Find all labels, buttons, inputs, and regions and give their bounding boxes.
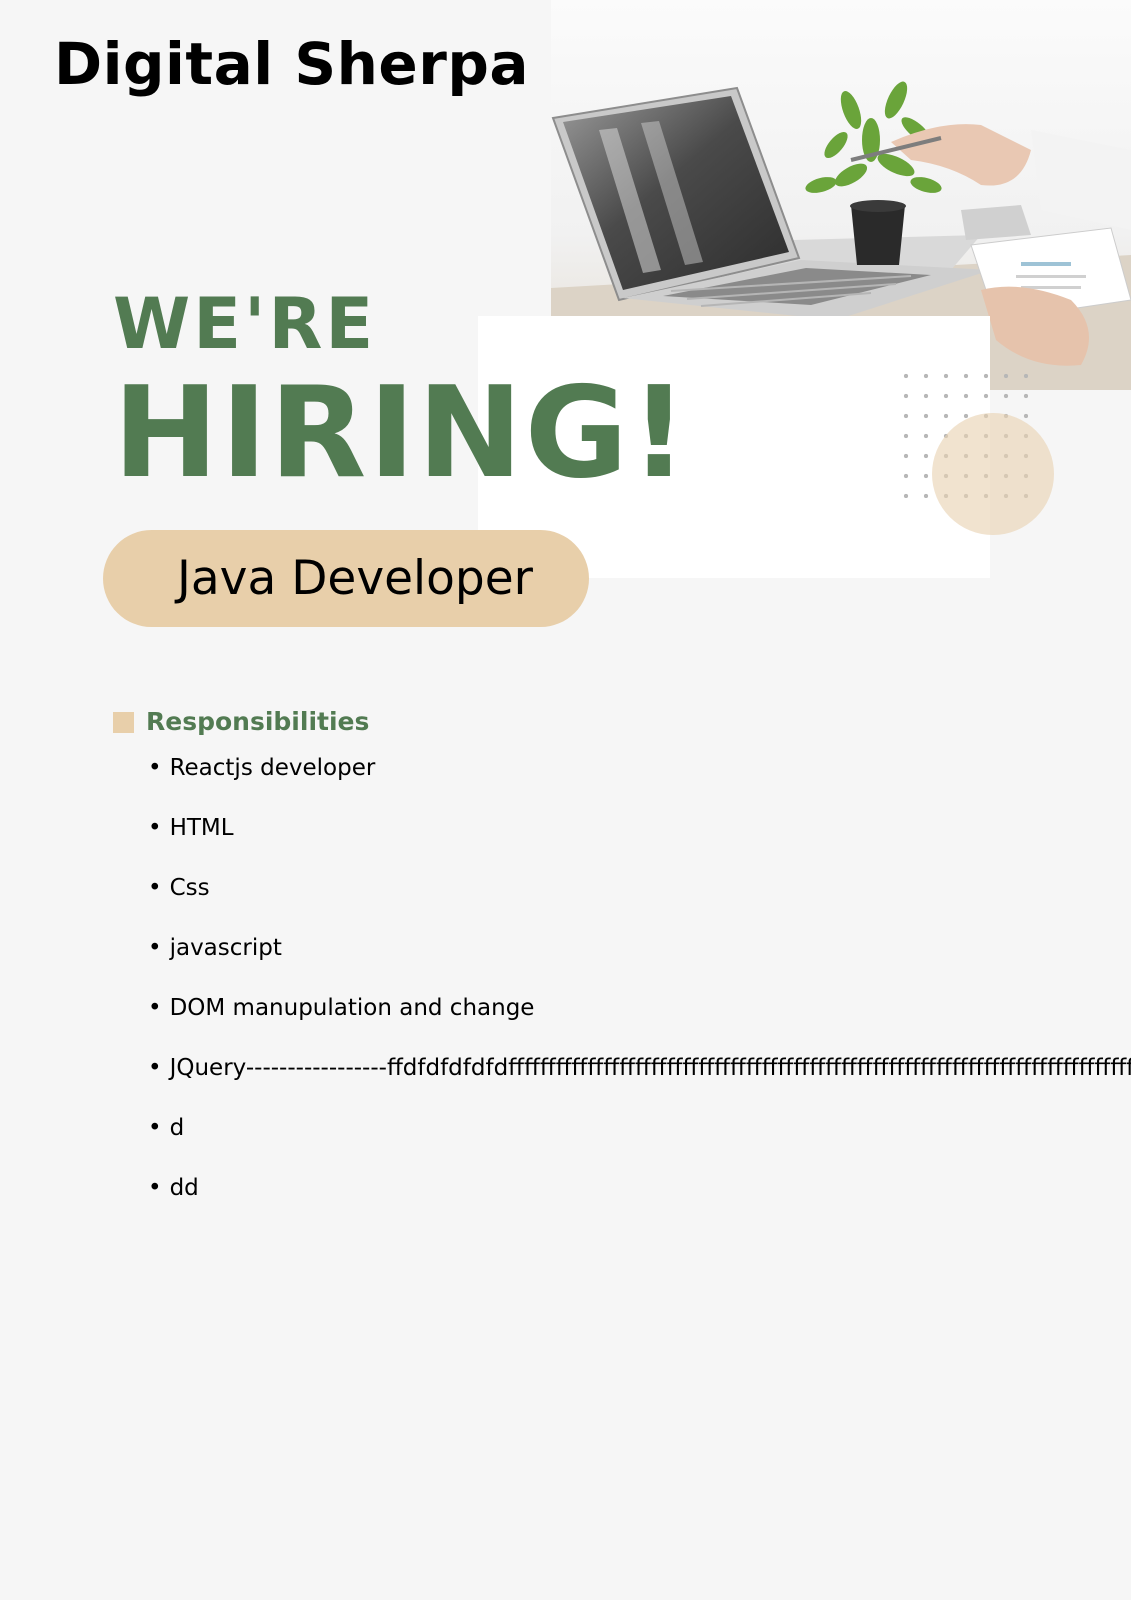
responsibilities-list: • Reactjs developer • HTML • Css • javascrip… <box>148 755 1131 1235</box>
list-item: • d <box>148 1115 1131 1175</box>
list-item-text: javascript <box>169 935 282 961</box>
list-item-text: HTML <box>169 815 234 841</box>
bullet-icon: • <box>148 815 162 841</box>
bullet-icon: • <box>148 1175 162 1201</box>
bullet-icon: • <box>148 755 162 781</box>
list-item: • JQuery-----------------ffdfdfdfdfdfffff… <box>148 1055 1131 1115</box>
bullet-icon: • <box>148 935 162 961</box>
responsibilities-heading: Responsibilities <box>146 707 370 736</box>
section-marker-square <box>113 712 134 733</box>
list-item-text: d <box>169 1115 185 1141</box>
beige-circle-decoration <box>932 413 1054 535</box>
headline-hiring: HIRING! <box>113 359 690 506</box>
list-item: • DOM manupulation and change <box>148 995 1131 1055</box>
bullet-icon: • <box>148 995 162 1021</box>
headline-were: WE'RE <box>113 283 377 365</box>
list-item: • HTML <box>148 815 1131 875</box>
list-item: • Reactjs developer <box>148 755 1131 815</box>
list-item: • javascript <box>148 935 1131 995</box>
list-item-text: Reactjs developer <box>169 755 376 781</box>
bullet-icon: • <box>148 1055 162 1081</box>
list-item-text: Css <box>169 875 210 901</box>
list-item: • dd <box>148 1175 1131 1235</box>
job-title-pill: Java Developer <box>103 530 589 627</box>
company-name: Digital Sherpa <box>54 30 530 98</box>
bullet-icon: • <box>148 1115 162 1141</box>
list-item-text: dd <box>169 1175 199 1201</box>
list-item-text: JQuery-----------------ffdfdfdfdfdffffff… <box>169 1055 1131 1081</box>
list-item-text: DOM manupulation and change <box>169 995 535 1021</box>
job-title: Java Developer <box>177 551 533 606</box>
bullet-icon: • <box>148 875 162 901</box>
list-item: • Css <box>148 875 1131 935</box>
